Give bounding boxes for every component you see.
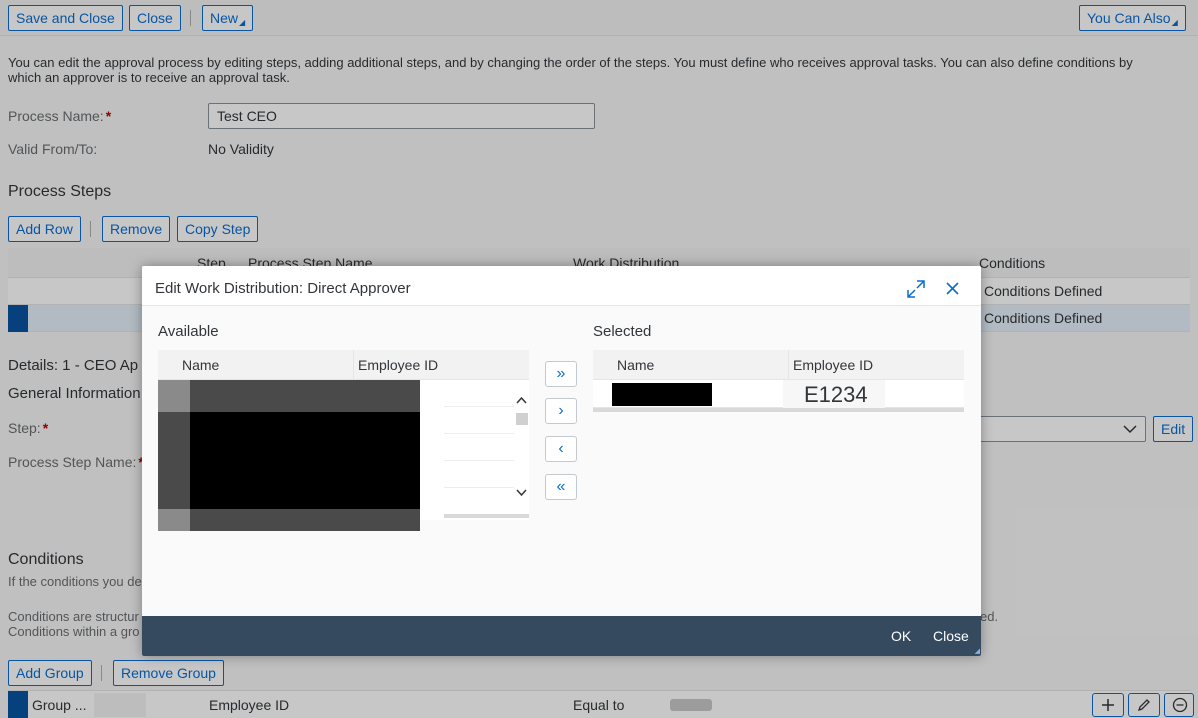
dialog-footer: OK Close ◢	[142, 616, 981, 656]
dialog-header: Edit Work Distribution: Direct Approver	[142, 266, 981, 306]
horizontal-scrollbar[interactable]	[444, 514, 529, 518]
row-divider	[444, 433, 514, 434]
available-column-employee-id[interactable]: Employee ID	[358, 357, 438, 373]
redacted-block	[158, 380, 420, 531]
close-icon[interactable]	[946, 282, 959, 295]
vertical-scrollbar[interactable]	[514, 390, 529, 510]
available-table-header: Name Employee ID	[158, 350, 529, 380]
dialog-title: Edit Work Distribution: Direct Approver	[155, 280, 411, 297]
scrollbar-thumb[interactable]	[516, 413, 528, 425]
chevron-down-icon[interactable]	[516, 489, 527, 496]
column-divider	[788, 350, 789, 380]
expand-icon[interactable]	[907, 280, 925, 298]
available-column-name[interactable]: Name	[182, 357, 219, 373]
row-divider	[444, 460, 514, 461]
row-divider	[444, 406, 514, 407]
redacted-cell	[158, 509, 190, 531]
ok-button[interactable]: OK	[891, 628, 911, 644]
column-divider	[353, 350, 354, 380]
row-divider	[444, 487, 514, 488]
move-all-right-button[interactable]: »	[545, 361, 577, 387]
resize-handle-icon[interactable]: ◢	[975, 648, 980, 655]
selected-label: Selected	[593, 323, 652, 340]
dialog-close-button[interactable]: Close	[933, 628, 969, 644]
selected-table-header: Name Employee ID	[593, 350, 964, 380]
selected-column-employee-id[interactable]: Employee ID	[793, 357, 873, 373]
selected-employee-id: E1234	[804, 382, 868, 407]
available-label: Available	[158, 323, 219, 340]
redacted-cell	[190, 412, 420, 509]
selected-column-name[interactable]: Name	[617, 357, 654, 373]
selected-row[interactable]: E1234	[593, 380, 964, 408]
horizontal-scrollbar[interactable]	[593, 408, 964, 412]
redacted-cell	[158, 380, 190, 412]
chevron-up-icon[interactable]	[516, 397, 527, 404]
available-list[interactable]	[158, 380, 529, 531]
edit-work-distribution-dialog: Edit Work Distribution: Direct Approver …	[142, 266, 981, 656]
redacted-name	[612, 383, 712, 406]
move-right-button[interactable]: ›	[545, 398, 577, 424]
move-all-left-button[interactable]: «	[545, 474, 577, 500]
move-left-button[interactable]: ‹	[545, 436, 577, 462]
